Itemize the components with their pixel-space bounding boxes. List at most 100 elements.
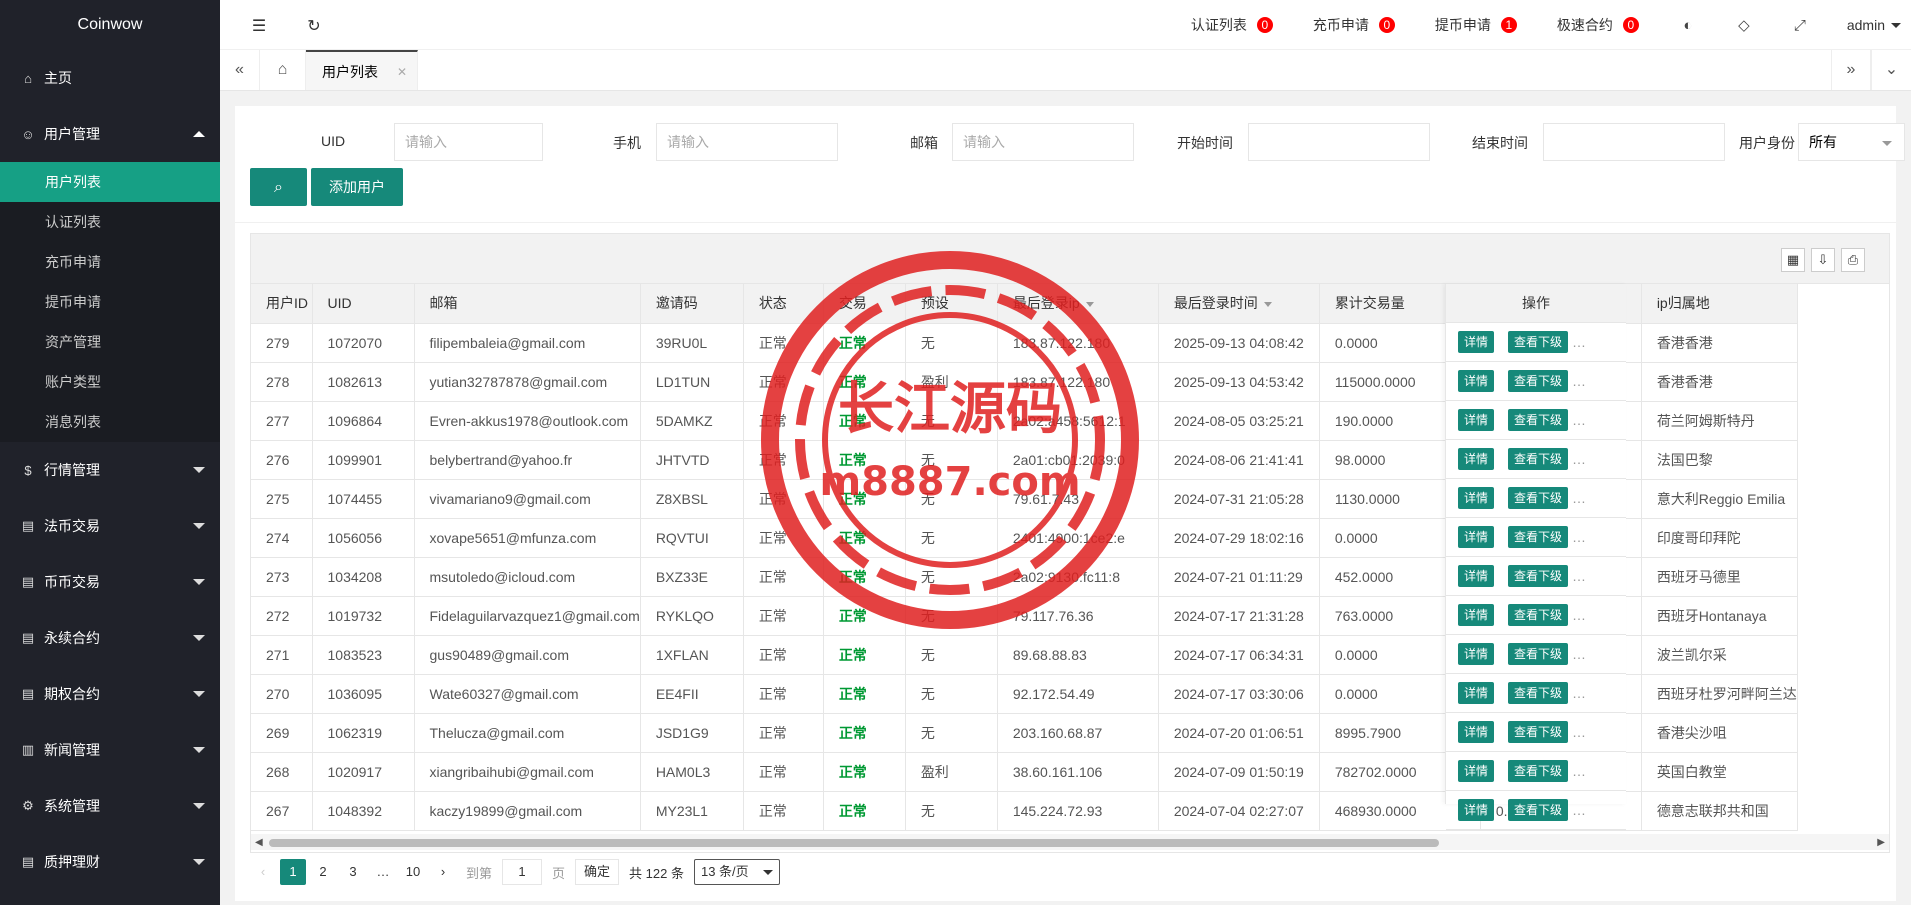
tab-user-list[interactable]: 用户列表 ✕ <box>306 50 418 90</box>
tabs-menu-icon[interactable]: ⌄ <box>1871 50 1911 90</box>
close-icon[interactable]: ✕ <box>397 52 407 92</box>
role-select[interactable]: 所有 <box>1798 123 1905 161</box>
sidebar-item-1[interactable]: ☺ 用户管理 <box>0 106 220 162</box>
goto-confirm-button[interactable]: 确定 <box>575 859 620 885</box>
detail-button[interactable]: 详情 <box>1458 799 1495 821</box>
page-button[interactable]: 10 <box>400 859 426 885</box>
sidebar-subitem-1[interactable]: 认证列表 <box>0 202 220 242</box>
more-icon[interactable]: … <box>1572 568 1586 584</box>
view-subordinates-button[interactable]: 查看下级 <box>1508 721 1569 743</box>
more-icon[interactable]: … <box>1572 490 1586 506</box>
sort-icon[interactable] <box>1263 302 1272 308</box>
view-subordinates-button[interactable]: 查看下级 <box>1508 643 1569 665</box>
header-link-0[interactable]: 认证列表 0 <box>1191 15 1273 35</box>
more-icon[interactable]: … <box>1572 802 1586 818</box>
add-user-button[interactable]: 添加用户 <box>311 168 403 206</box>
sidebar-item-9[interactable]: ▤ 质押理财 <box>0 834 220 890</box>
detail-button[interactable]: 详情 <box>1458 331 1495 353</box>
theme-icon[interactable]: ◐ <box>1679 17 1697 34</box>
per-page-select[interactable]: 13 条/页 <box>693 859 780 885</box>
home-tab-icon[interactable]: ⌂ <box>260 50 306 90</box>
more-icon[interactable]: … <box>1572 763 1586 779</box>
detail-button[interactable]: 详情 <box>1458 604 1495 626</box>
more-icon[interactable]: … <box>1572 724 1586 740</box>
end-time-input[interactable] <box>1543 123 1725 161</box>
print-icon[interactable]: ⎙ <box>1841 248 1865 272</box>
uid-input[interactable]: 请输入 <box>394 123 543 161</box>
start-time-input[interactable] <box>1248 123 1430 161</box>
detail-button[interactable]: 详情 <box>1458 760 1495 782</box>
more-icon[interactable]: … <box>1572 529 1586 545</box>
view-subordinates-button[interactable]: 查看下级 <box>1508 409 1569 431</box>
view-subordinates-button[interactable]: 查看下级 <box>1508 331 1569 353</box>
fullscreen-icon[interactable]: ⤢ <box>1791 17 1809 34</box>
menu-collapse-icon[interactable]: ☰ <box>250 16 268 35</box>
detail-button[interactable]: 详情 <box>1458 409 1495 431</box>
view-subordinates-button[interactable]: 查看下级 <box>1508 604 1569 626</box>
more-icon[interactable]: … <box>1572 412 1586 428</box>
export-icon[interactable]: ⇩ <box>1811 248 1835 272</box>
more-icon[interactable]: … <box>1572 685 1586 701</box>
detail-button[interactable]: 详情 <box>1458 370 1495 392</box>
header-link-2[interactable]: 提币申请 1 <box>1435 15 1517 35</box>
more-icon[interactable]: … <box>1572 646 1586 662</box>
page-button[interactable]: 1 <box>280 859 306 885</box>
column-header[interactable]: 最后登录ip <box>997 284 1159 324</box>
phone-input[interactable]: 请输入 <box>656 123 838 161</box>
user-menu[interactable]: admin <box>1847 17 1901 33</box>
sidebar-subitem-4[interactable]: 资产管理 <box>0 322 220 362</box>
sidebar-subitem-0[interactable]: 用户列表 <box>0 162 220 202</box>
goto-page-input[interactable]: 1 <box>502 859 543 885</box>
sidebar-subitem-2[interactable]: 充币申请 <box>0 242 220 282</box>
horizontal-scrollbar[interactable]: ◀ ▶ <box>251 834 1889 850</box>
sidebar-item-4[interactable]: ▤ 币币交易 <box>0 554 220 610</box>
detail-button[interactable]: 详情 <box>1458 565 1495 587</box>
sidebar-subitem-5[interactable]: 账户类型 <box>0 362 220 402</box>
search-button[interactable]: ⌕ <box>250 168 307 206</box>
view-subordinates-button[interactable]: 查看下级 <box>1508 682 1569 704</box>
view-subordinates-button[interactable]: 查看下级 <box>1508 370 1569 392</box>
sidebar-item-5[interactable]: ▤ 永续合约 <box>0 610 220 666</box>
header-link-3[interactable]: 极速合约 0 <box>1557 15 1639 35</box>
view-subordinates-button[interactable]: 查看下级 <box>1508 448 1569 470</box>
detail-button[interactable]: 详情 <box>1458 526 1495 548</box>
tabs-scroll-left-icon[interactable]: « <box>220 50 260 90</box>
page-button[interactable]: 2 <box>310 859 336 885</box>
detail-button[interactable]: 详情 <box>1458 682 1495 704</box>
sidebar-item-0[interactable]: ⌂ 主页 <box>0 50 220 106</box>
scroll-thumb[interactable] <box>269 839 1439 847</box>
view-subordinates-button[interactable]: 查看下级 <box>1508 487 1569 509</box>
sort-icon[interactable] <box>1085 302 1094 308</box>
tag-icon[interactable]: ◇ <box>1735 16 1753 34</box>
view-subordinates-button[interactable]: 查看下级 <box>1508 760 1569 782</box>
scroll-right-icon[interactable]: ▶ <box>1877 837 1885 848</box>
sidebar-subitem-3[interactable]: 提币申请 <box>0 282 220 322</box>
page-button[interactable]: 3 <box>340 859 366 885</box>
view-subordinates-button[interactable]: 查看下级 <box>1508 799 1569 821</box>
next-page-icon[interactable]: › <box>430 859 456 885</box>
refresh-icon[interactable]: ↻ <box>305 16 323 35</box>
more-icon[interactable]: … <box>1572 607 1586 623</box>
detail-button[interactable]: 详情 <box>1458 721 1495 743</box>
sidebar-item-8[interactable]: ⚙ 系统管理 <box>0 778 220 834</box>
sidebar-item-6[interactable]: ▤ 期权合约 <box>0 666 220 722</box>
tabs-scroll-right-icon[interactable]: » <box>1831 50 1871 90</box>
detail-button[interactable]: 详情 <box>1458 487 1495 509</box>
sidebar-item-3[interactable]: ▤ 法币交易 <box>0 498 220 554</box>
prev-page-icon[interactable]: ‹ <box>250 859 276 885</box>
column-header[interactable]: 最后登录时间 <box>1158 284 1320 324</box>
view-subordinates-button[interactable]: 查看下级 <box>1508 526 1569 548</box>
scroll-left-icon[interactable]: ◀ <box>255 837 263 848</box>
more-icon[interactable]: … <box>1572 334 1586 350</box>
detail-button[interactable]: 详情 <box>1458 643 1495 665</box>
more-icon[interactable]: … <box>1572 451 1586 467</box>
more-icon[interactable]: … <box>1572 373 1586 389</box>
header-link-1[interactable]: 充币申请 0 <box>1313 15 1395 35</box>
sidebar-item-7[interactable]: ▥ 新闻管理 <box>0 722 220 778</box>
view-subordinates-button[interactable]: 查看下级 <box>1508 565 1569 587</box>
columns-icon[interactable]: ▦ <box>1781 248 1805 272</box>
sidebar-subitem-6[interactable]: 消息列表 <box>0 402 220 442</box>
detail-button[interactable]: 详情 <box>1458 448 1495 470</box>
email-input[interactable]: 请输入 <box>952 123 1134 161</box>
sidebar-item-2[interactable]: $ 行情管理 <box>0 442 220 498</box>
